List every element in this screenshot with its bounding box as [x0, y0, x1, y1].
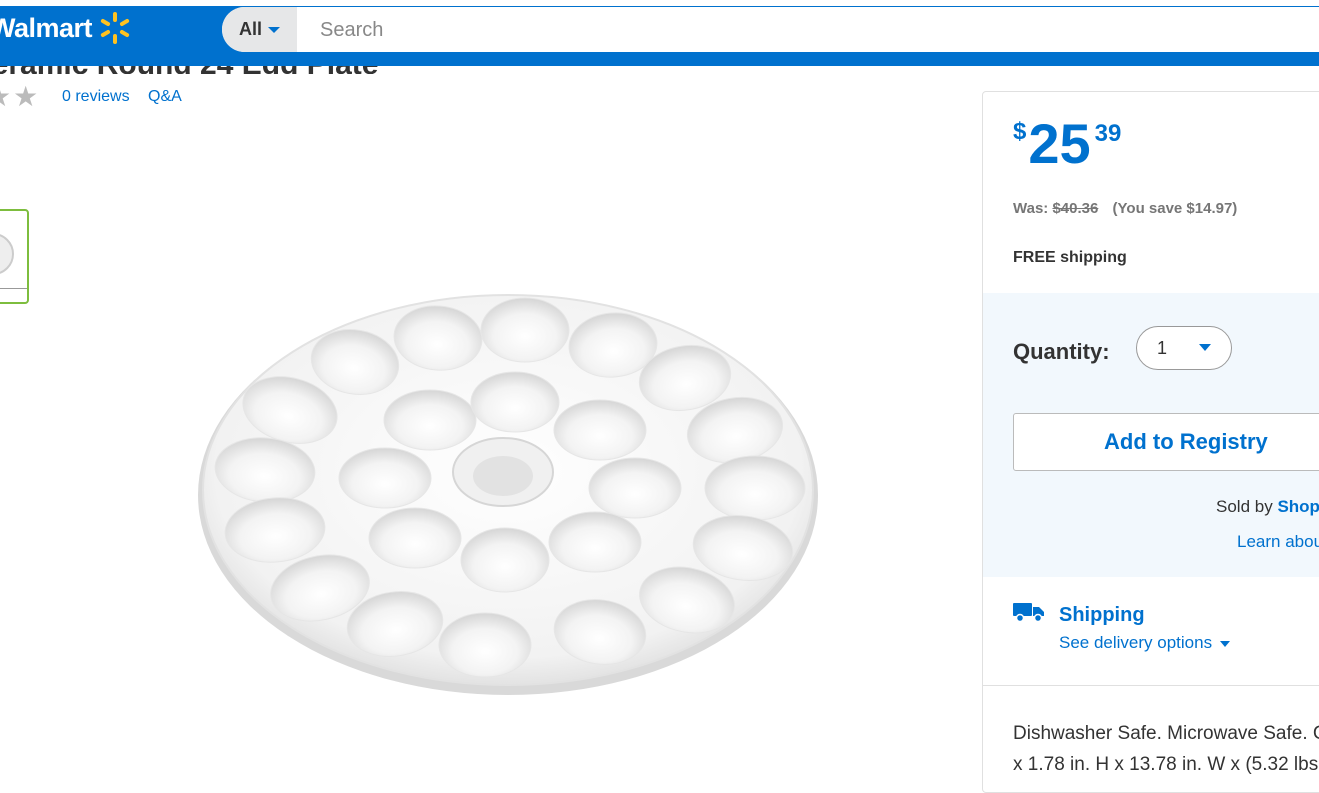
you-save: (You save $14.97)	[1112, 200, 1238, 217]
department-label: All	[238, 19, 262, 39]
learn-about-link[interactable]: Learn abou	[1237, 532, 1319, 552]
star-icon: ★	[0, 83, 11, 111]
star-icon: ★	[13, 81, 39, 112]
site-header: Walmart All	[0, 0, 1319, 66]
sold-by-label: Sold by	[1216, 497, 1273, 516]
shipping-section: Shipping See delivery options	[983, 577, 1319, 686]
chevron-down-icon	[1220, 640, 1231, 647]
price: $ 25 39	[1013, 112, 1121, 176]
logo-text: Walmart	[0, 12, 93, 43]
search-input[interactable]	[307, 7, 1222, 54]
price-whole: 25	[1028, 112, 1091, 175]
description-line: Dishwasher Safe. Microwave Safe. C	[1013, 723, 1319, 744]
was-price: $40.36	[1052, 200, 1099, 217]
product-image[interactable]	[195, 290, 825, 700]
chevron-down-icon	[268, 26, 280, 33]
product-title: Ceramic Round 24 Egg Plate	[0, 66, 378, 74]
purchase-section: Quantity: 1 Add to Registry Sold by Shop…	[983, 293, 1319, 577]
department-dropdown[interactable]: All	[222, 7, 297, 52]
star-rating[interactable]: ★ ★	[0, 83, 40, 111]
product-thumbnail[interactable]	[0, 209, 29, 304]
delivery-options-label: See delivery options	[1059, 633, 1213, 652]
qa-link[interactable]: Q&A	[148, 88, 182, 106]
quantity-value: 1	[1157, 338, 1168, 358]
product-title-clipped: Ceramic Round 24 Egg Plate	[0, 66, 960, 74]
quantity-select[interactable]: 1	[1136, 326, 1232, 370]
reviews-link[interactable]: 0 reviews	[62, 88, 130, 106]
truck-icon	[1013, 603, 1044, 623]
chevron-down-icon	[1199, 344, 1211, 351]
description-line: x 1.78 in. H x 13.78 in. W x (5.32 lbs.)	[1013, 754, 1319, 775]
buy-box: $ 25 39 Was: $40.36 (You save $14.97) FR…	[982, 91, 1319, 793]
add-to-registry-button[interactable]: Add to Registry	[1013, 413, 1319, 471]
spark-icon	[100, 12, 130, 44]
seller-link[interactable]: Shopl	[1277, 497, 1319, 516]
price-currency: $	[1013, 118, 1027, 145]
free-shipping-label: FREE shipping	[1013, 249, 1127, 266]
price-cents: 39	[1094, 120, 1122, 147]
delivery-options-toggle[interactable]: See delivery options	[1059, 633, 1231, 653]
sold-by: Sold by Shopl	[1216, 497, 1319, 517]
was-label: Was:	[1013, 200, 1049, 217]
header-top-strip	[0, 0, 1319, 6]
walmart-logo[interactable]: Walmart	[0, 8, 132, 48]
quantity-label: Quantity:	[1013, 339, 1110, 364]
search-bar: All	[222, 7, 1319, 54]
product-description: Dishwasher Safe. Microwave Safe. C x 1.7…	[1013, 718, 1319, 780]
thumbnail-image	[0, 233, 14, 275]
shipping-title: Shipping	[1059, 604, 1145, 626]
add-to-registry-label: Add to Registry	[1104, 429, 1268, 454]
thumbnail-divider	[0, 288, 27, 289]
was-price-line: Was: $40.36 (You save $14.97)	[1013, 200, 1237, 217]
